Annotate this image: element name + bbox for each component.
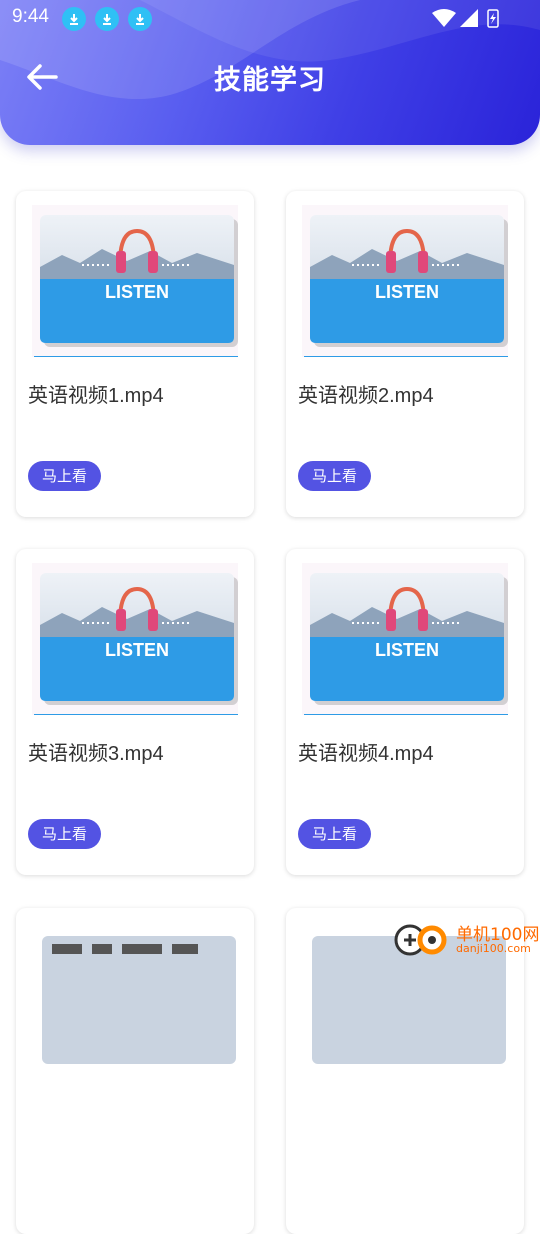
thumbnail-label: LISTEN — [375, 640, 439, 660]
app-header: 9:44 技能学习 — [0, 0, 540, 145]
download-notification-icon — [62, 7, 86, 31]
video-thumbnail: LISTEN — [302, 563, 508, 715]
video-title: 英语视频3.mp4 — [28, 743, 164, 765]
watch-now-button[interactable]: 马上看 — [298, 461, 371, 491]
signal-icon — [460, 9, 478, 27]
video-card[interactable]: LISTEN 英语视频3.mp4 马上看 — [16, 549, 254, 875]
video-title: 英语视频4.mp4 — [298, 743, 434, 765]
thumbnail-label: LISTEN — [105, 640, 169, 660]
thumbnail-label: LISTEN — [105, 282, 169, 302]
page-title: 技能学习 — [214, 65, 326, 96]
video-thumbnail: LISTEN — [302, 205, 508, 357]
site-watermark: 单机100网 danji100.com — [392, 918, 540, 960]
status-time: 9:44 — [12, 6, 49, 27]
video-thumbnail — [42, 936, 236, 1064]
wifi-icon — [432, 9, 456, 27]
system-status-icons — [432, 8, 502, 32]
thumbnail-label: LISTEN — [375, 282, 439, 302]
status-bar: 9:44 — [0, 0, 540, 36]
video-thumbnail: LISTEN — [32, 205, 238, 357]
watch-now-button[interactable]: 马上看 — [298, 819, 371, 849]
download-notification-icon — [128, 7, 152, 31]
video-card[interactable]: LISTEN 英语视频1.mp4 马上看 — [16, 191, 254, 517]
video-thumbnail: LISTEN — [32, 563, 238, 715]
video-card[interactable]: LISTEN 英语视频4.mp4 马上看 — [286, 549, 524, 875]
watermark-logo-icon — [394, 924, 447, 956]
watch-now-button[interactable]: 马上看 — [28, 461, 101, 491]
video-card[interactable]: LISTEN 英语视频2.mp4 马上看 — [286, 191, 524, 517]
watermark-url: danji100.com — [456, 942, 531, 955]
download-notification-icon — [95, 7, 119, 31]
video-title: 英语视频2.mp4 — [298, 385, 434, 407]
video-title: 英语视频1.mp4 — [28, 385, 164, 407]
video-card-partial[interactable] — [16, 908, 254, 1234]
watch-now-button[interactable]: 马上看 — [28, 819, 101, 849]
